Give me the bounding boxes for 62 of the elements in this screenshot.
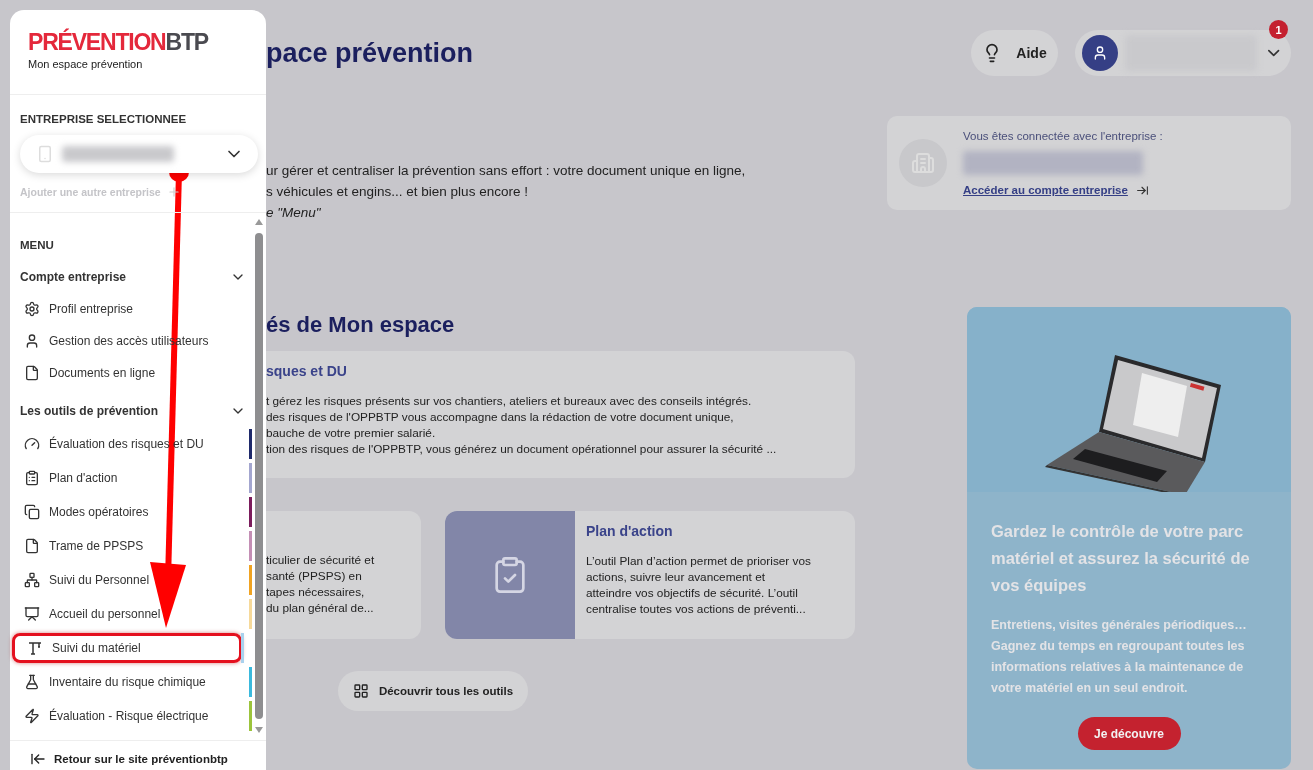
menu-item[interactable]: Accueil du personnel xyxy=(20,599,242,629)
easel-icon xyxy=(24,606,40,622)
card-text: bauche de votre premier salarié. xyxy=(266,425,437,441)
section-label: ENTREPRISE SELECTIONNEE xyxy=(20,112,187,127)
card-title: Plan d'action xyxy=(586,523,674,539)
card-text: santé (PPSPS) en xyxy=(266,568,363,584)
intro-text: s véhicules et engins... et bien plus encore ! xyxy=(266,183,529,200)
card-text: ticulier de sécurité et xyxy=(266,552,376,568)
section-title: és de Mon espace xyxy=(266,311,456,339)
lightning-icon xyxy=(24,708,40,724)
brand-logo: PRÉVENTIONBTP xyxy=(28,30,210,54)
notification-badge: 1 xyxy=(1269,20,1288,39)
card-text: centralise toutes vos actions de préventi... xyxy=(586,601,807,617)
gear-icon xyxy=(24,301,40,317)
flask-icon xyxy=(24,674,40,690)
intro-text: e "Menu" xyxy=(266,204,322,221)
card-text: tion des risques de l'OPPBTP, vous générez un document opérationnel pour assurer la sécurité ... xyxy=(266,441,778,457)
arrow-right-icon xyxy=(1135,183,1149,197)
card-text: L’outil Plan d’action permet de prioriser vos xyxy=(586,553,811,569)
menu-item[interactable]: Profil entreprise xyxy=(20,293,242,325)
promo-headline: Gardez le contrôle de votre parc matériel et assurez la sécurité de vos équipes xyxy=(991,521,1251,596)
menu-heading: MENU xyxy=(20,238,54,253)
menu-item[interactable]: Suivi du matériel xyxy=(12,633,242,663)
menu-item[interactable]: Suivi du Personnel xyxy=(20,565,242,595)
card-caption: Vous êtes connectée avec l'entreprise : xyxy=(963,129,1163,142)
promo-text: Entretiens, visites générales périodiques… Gagnez du temps en regroupant toutes les informations relatives à la maintenance de votre matériel en un seul endroit. xyxy=(991,617,1248,697)
gauge-icon xyxy=(24,436,40,452)
menu-item[interactable]: Trame de PPSPS xyxy=(20,531,242,561)
section-header[interactable]: Compte entreprise xyxy=(20,261,246,293)
card-text: du plan général de... xyxy=(266,600,375,616)
phone-icon xyxy=(36,145,54,163)
clipboard-icon xyxy=(24,470,40,486)
company-account-link[interactable]: Accéder au compte entreprise xyxy=(963,183,1149,197)
crane-icon xyxy=(27,640,43,656)
document-icon xyxy=(24,538,40,554)
document-icon xyxy=(24,365,40,381)
card-text: des risques de l'OPPBTP vous accompagne dans la rédaction de votre document unique, xyxy=(266,409,735,425)
plus-icon xyxy=(166,185,181,199)
card-text: atteindre vos objectifs de sécurité. L’outil xyxy=(586,585,799,601)
person-icon xyxy=(24,333,40,349)
discover-button[interactable]: Je découvre xyxy=(1077,717,1181,750)
intro-text: ur gérer et centraliser la prévention sans effort : votre document unique en ligne, xyxy=(266,162,746,179)
copy-icon xyxy=(24,504,40,520)
arrow-left-icon xyxy=(30,751,46,767)
card-text: tapes nécessaires, xyxy=(266,584,366,600)
menu-item[interactable]: Modes opératoires xyxy=(20,497,242,527)
logo-subtitle: Mon espace prévention xyxy=(28,58,143,70)
menu-item[interactable]: Documents en ligne xyxy=(20,357,242,389)
page-title: pace prévention xyxy=(266,37,475,69)
section-header[interactable]: Les outils de prévention xyxy=(20,395,246,427)
menu-item[interactable]: Inventaire du risque chimique xyxy=(20,667,242,697)
card-text: t gérez les risques présents sur vos chantiers, ateliers et bureaux avec des conseils intégrés. xyxy=(266,393,753,409)
all-tools-button[interactable]: Découvrir tous les outils xyxy=(338,671,528,711)
help-button[interactable]: Aide xyxy=(971,30,1058,76)
hierarchy-icon xyxy=(24,572,40,588)
grid-icon xyxy=(352,683,369,699)
card-title: sques et DU xyxy=(266,363,348,379)
back-link[interactable]: Retour sur le site préventionbtp xyxy=(30,751,228,767)
card-text: actions, suivre leur avancement et xyxy=(586,569,766,585)
menu-item[interactable]: Évaluation - Risque électrique xyxy=(20,701,242,731)
menu-item[interactable]: Plan d'action xyxy=(20,463,242,493)
avatar-icon xyxy=(1082,35,1118,71)
